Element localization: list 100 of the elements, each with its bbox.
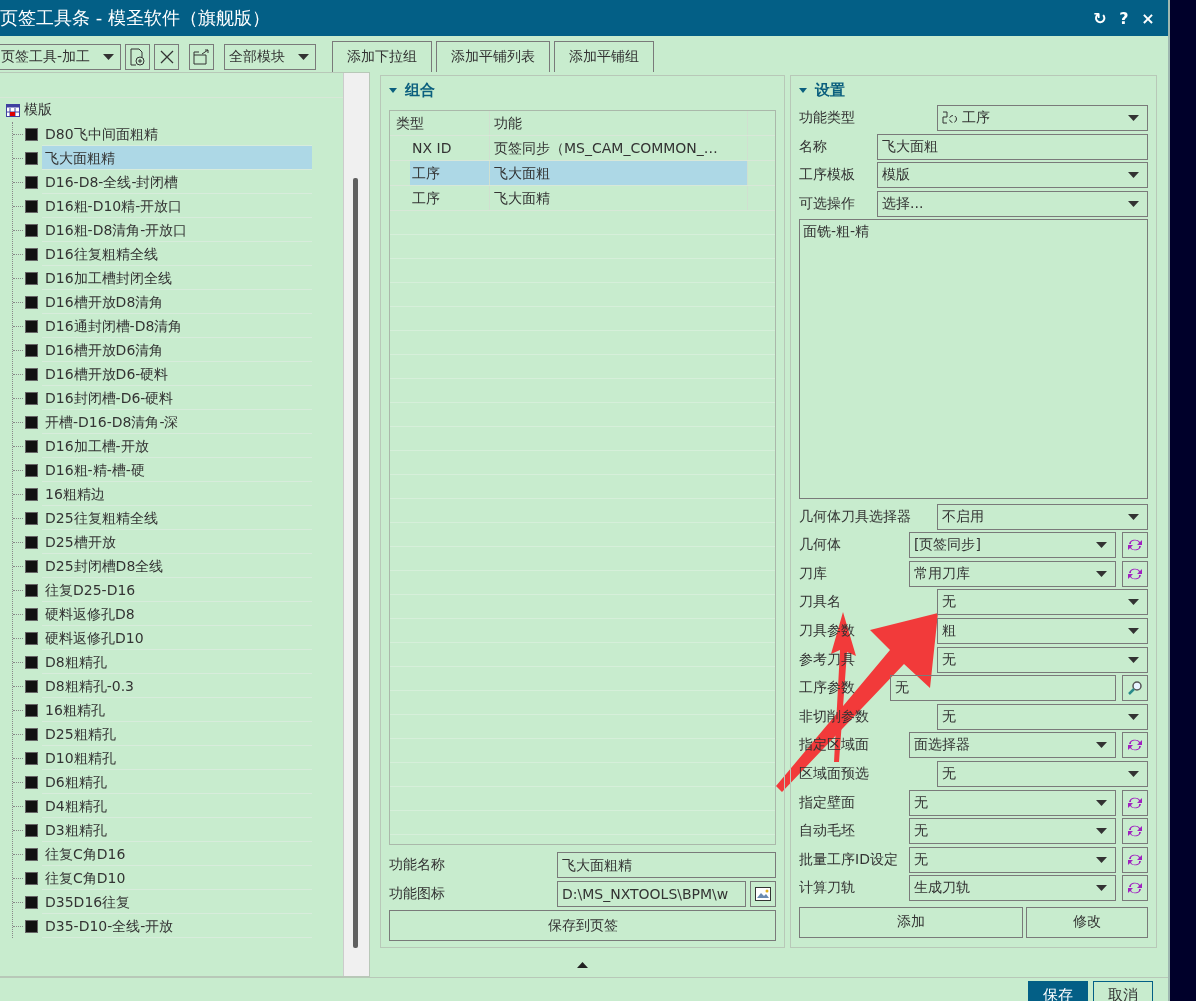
tree-item[interactable]: D16加工槽封闭全线 [42, 266, 312, 290]
refresh-button[interactable] [1122, 846, 1148, 873]
toolbar-button[interactable]: 添加平铺列表 [436, 41, 550, 72]
tree-item[interactable]: D25封闭槽D8全线 [42, 554, 312, 578]
tree-item[interactable]: D16槽开放D6清角 [42, 338, 312, 362]
text-field[interactable]: D:\MS_NXTOOLS\BPM\w [557, 881, 746, 907]
dropdown[interactable]: 粗 [937, 618, 1148, 645]
dialog-button[interactable]: 取消 [1093, 981, 1153, 1001]
tree-item[interactable]: D8粗精孔 [42, 650, 312, 674]
action-button[interactable]: 修改 [1026, 906, 1148, 938]
tree-item[interactable]: D25粗精孔 [42, 722, 312, 746]
dropdown[interactable]: 无 [909, 789, 1116, 816]
tree-item[interactable]: 飞大面粗精 [42, 146, 312, 170]
dropdown[interactable]: 不启用 [937, 503, 1148, 530]
tree-item[interactable]: 往复C角D10 [42, 866, 312, 890]
refresh-button[interactable] [1122, 789, 1148, 816]
dropdown-caret-icon [1128, 599, 1139, 606]
dropdown[interactable]: [页签同步] [909, 532, 1116, 559]
tree-item[interactable]: D8粗精孔-0.3 [42, 674, 312, 698]
tree-item[interactable]: D16槽开放D6-硬料 [42, 362, 312, 386]
dropdown[interactable]: 无 [937, 646, 1148, 673]
tree-item[interactable]: D16加工槽-开放 [42, 434, 312, 458]
tree-item[interactable]: D25往复粗精全线 [42, 506, 312, 530]
tree-item[interactable]: D16槽开放D8清角 [42, 290, 312, 314]
collapse-triangle-icon[interactable] [799, 87, 807, 93]
tree-item[interactable]: D35D16往复 [42, 890, 312, 914]
square-icon [25, 367, 38, 381]
window-control[interactable]: ↻ [1088, 8, 1112, 28]
table-cell[interactable]: 飞大面粗 [490, 161, 748, 185]
square-icon [25, 343, 38, 357]
scrollbar[interactable] [343, 73, 369, 976]
window-control[interactable]: × [1136, 8, 1160, 28]
dropdown-caret-icon [1096, 799, 1107, 806]
tree-item[interactable]: D16通封闭槽-D8清角 [42, 314, 312, 338]
delete-button[interactable] [154, 44, 179, 70]
text-field[interactable]: 飞大面粗 [877, 133, 1148, 160]
square-icon [25, 919, 38, 933]
dropdown[interactable]: 无 [937, 703, 1148, 730]
tree-item[interactable]: D16-D8-全线-封闭槽 [42, 170, 312, 194]
tree-item[interactable]: 模版 [24, 101, 52, 119]
dropdown[interactable]: 模版 [877, 162, 1148, 189]
tree-item[interactable]: D10粗精孔 [42, 746, 312, 770]
save-to-tab-button[interactable]: 保存到页签 [389, 910, 776, 941]
toolbar-button[interactable]: 添加下拉组 [332, 41, 432, 72]
search-button[interactable] [1122, 675, 1148, 702]
tree-item[interactable]: D16粗-D8清角-开放口 [42, 218, 312, 242]
table-cell[interactable]: NX ID [390, 136, 490, 160]
refresh-button[interactable] [1122, 732, 1148, 759]
tree-item[interactable]: 硬料返修孔D8 [42, 602, 312, 626]
tree-item[interactable]: D16往复粗精全线 [42, 242, 312, 266]
dropdown[interactable]: 无 [937, 589, 1148, 616]
dropdown[interactable]: 常用刀库 [909, 560, 1116, 587]
toolbar-button[interactable]: 添加平铺组 [554, 41, 654, 72]
refresh-button[interactable] [1122, 532, 1148, 559]
table-cell[interactable]: 工序 [410, 161, 490, 185]
table-cell[interactable]: 工序 [390, 186, 490, 210]
export-button[interactable] [189, 44, 214, 70]
tree-item[interactable]: 往复D25-D16 [42, 578, 312, 602]
refresh-button[interactable] [1122, 818, 1148, 845]
table-cell[interactable]: 飞大面精 [490, 186, 748, 210]
window-control[interactable]: ? [1112, 8, 1136, 28]
dropdown-caret-icon [1128, 656, 1139, 663]
tree-item[interactable]: 往复C角D16 [42, 842, 312, 866]
tree-item[interactable]: 16粗精孔 [42, 698, 312, 722]
section-title: 组合 [405, 80, 435, 100]
tree-item[interactable]: 开槽-D16-D8清角-深 [42, 410, 312, 434]
scrollbar-thumb[interactable] [353, 178, 358, 948]
tree-item[interactable]: D16粗-精-槽-硬 [42, 458, 312, 482]
tree-item[interactable]: 16粗精边 [42, 482, 312, 506]
square-icon [25, 823, 38, 837]
refresh-button[interactable] [1122, 875, 1148, 902]
tool-dropdown[interactable]: 页签工具-加工 [0, 44, 121, 70]
dropdown[interactable]: 无 [909, 818, 1116, 845]
image-button[interactable] [750, 881, 776, 907]
tree-item[interactable]: D6粗精孔 [42, 770, 312, 794]
dropdown[interactable]: 工序 [937, 105, 1148, 132]
table-cell[interactable]: 页签同步（MS_CAM_COMMON_… [490, 136, 748, 160]
dropdown[interactable]: 无 [937, 761, 1148, 787]
notes-area[interactable]: 面铣-粗-精 [799, 219, 1148, 500]
refresh-icon [1127, 538, 1143, 553]
tree-item[interactable]: D35-D10-全线-开放 [42, 914, 312, 938]
tree-item[interactable]: D3粗精孔 [42, 818, 312, 842]
refresh-button[interactable] [1122, 560, 1148, 587]
text-field[interactable]: 飞大面粗精 [557, 852, 776, 878]
module-dropdown[interactable]: 全部模块 [224, 44, 316, 70]
collapse-triangle-icon[interactable] [389, 87, 397, 93]
tree-item[interactable]: D4粗精孔 [42, 794, 312, 818]
square-icon [25, 751, 38, 765]
dropdown[interactable]: 面选择器 [909, 732, 1116, 759]
dropdown[interactable]: 无 [909, 846, 1116, 873]
dropdown[interactable]: 选择... [877, 191, 1148, 218]
action-button[interactable]: 添加 [799, 906, 1024, 938]
new-file-button[interactable] [125, 44, 150, 70]
dropdown[interactable]: 生成刀轨 [909, 875, 1116, 902]
tree-item[interactable]: 硬料返修孔D10 [42, 626, 312, 650]
tree-item[interactable]: D16粗-D10精-开放口 [42, 194, 312, 218]
collapse-arrow-icon[interactable] [577, 962, 588, 968]
tree-item[interactable]: D16封闭槽-D6-硬料 [42, 386, 312, 410]
text-field[interactable]: 无 [890, 675, 1116, 702]
tree-item[interactable]: D25槽开放 [42, 530, 312, 554]
